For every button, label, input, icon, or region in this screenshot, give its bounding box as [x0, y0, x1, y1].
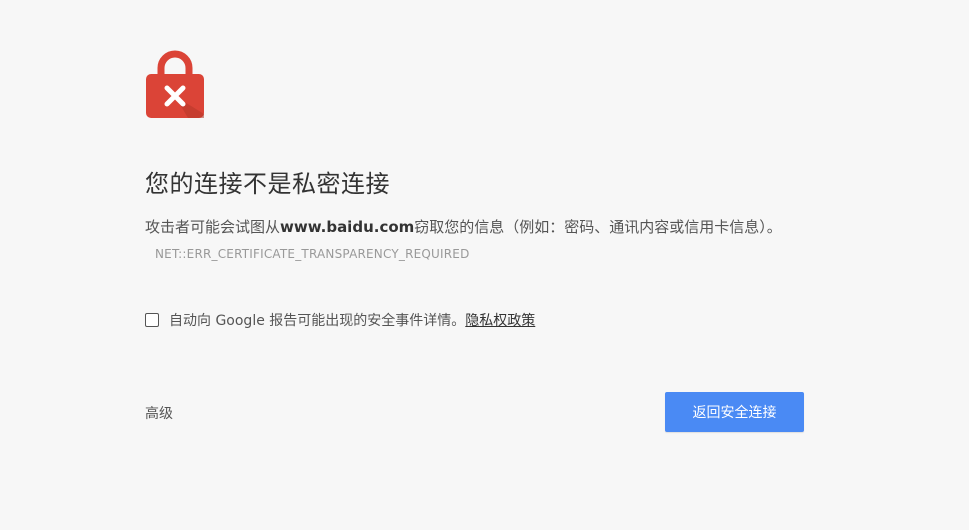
report-label: 自动向 Google 报告可能出现的安全事件详情。	[169, 313, 466, 329]
description-prefix: 攻击者可能会试图从	[145, 218, 281, 236]
privacy-policy-link[interactable]: 隐私权政策	[465, 310, 535, 330]
advanced-button[interactable]: 高级	[145, 403, 173, 423]
error-description: 攻击者可能会试图从www.baidu.com窃取您的信息（例如：密码、通讯内容或…	[145, 214, 795, 267]
error-code: NET::ERR_CERTIFICATE_TRANSPARENCY_REQUIR…	[155, 247, 470, 261]
description-suffix: 窃取您的信息（例如：密码、通讯内容或信用卡信息）。	[414, 218, 782, 236]
report-checkbox[interactable]	[145, 313, 159, 327]
lock-error-icon	[146, 50, 204, 118]
domain-name: www.baidu.com	[280, 218, 415, 236]
interstitial-page: 您的连接不是私密连接 攻击者可能会试图从www.baidu.com窃取您的信息（…	[0, 0, 969, 530]
page-title: 您的连接不是私密连接	[145, 170, 390, 198]
report-option: 自动向 Google 报告可能出现的安全事件详情。 隐私权政策	[145, 310, 535, 330]
back-to-safety-button[interactable]: 返回安全连接	[665, 392, 804, 432]
